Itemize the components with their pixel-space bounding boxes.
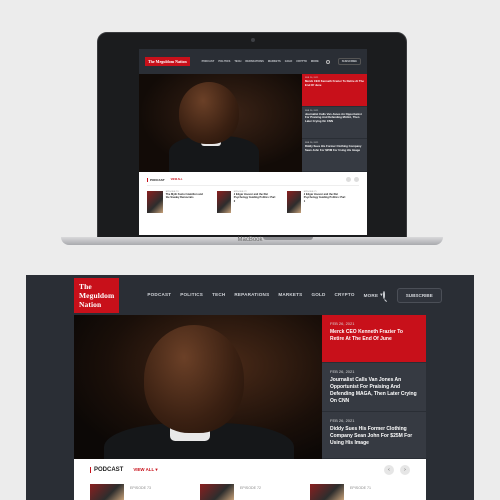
episode-card[interactable]: EPISODE 71 (310, 484, 390, 500)
site-logo[interactable]: The Meguldom Nation (74, 277, 120, 313)
mini-nav-podcast[interactable]: PODCAST (202, 60, 215, 63)
mini-episode-list: EPISODE 73 The Myth Factor Hamilton and … (147, 191, 359, 213)
mini-view-all-link[interactable]: VIEW ALL (171, 178, 183, 181)
episode-thumbnail (217, 191, 231, 213)
podcast-section: PODCAST VIEW ALL ▾ ‹ › EPISODE 73 EPISOD… (74, 459, 426, 500)
nav-gold[interactable]: GOLD (311, 292, 325, 298)
article-title: Diddy Sues His Former Clothing Company S… (330, 425, 413, 446)
nav-politics[interactable]: POLITICS (180, 292, 203, 298)
podcast-header: PODCAST VIEW ALL ▾ ‹ › (90, 465, 410, 475)
mini-hero-title: Diddy Sues His Former Clothing Company S… (305, 144, 362, 152)
mini-hero-item[interactable]: FEB 26, 2021 Merck CEO Kenneth Frazier T… (302, 74, 367, 107)
episode-number: EPISODE 71 (350, 486, 371, 490)
episode-card[interactable]: EPISODE 73 (90, 484, 170, 500)
hero-article-item[interactable]: FEB 26, 2021 Journalist Calls Van Jones … (322, 362, 426, 412)
prev-arrow-icon[interactable]: ‹ (384, 465, 394, 475)
article-title: Merck CEO Kenneth Frazier To Retire At T… (330, 329, 403, 342)
search-icon[interactable] (325, 59, 330, 64)
hero-article-item[interactable]: FEB 26, 2021 Merck CEO Kenneth Frazier T… (322, 315, 426, 363)
mini-hero-title: Journalist Calls Van Jones An Opportunis… (305, 111, 362, 123)
nav-reparations[interactable]: REPARATIONS (234, 292, 269, 298)
view-all-link[interactable]: VIEW ALL ▾ (133, 467, 157, 473)
head-shape (179, 82, 239, 144)
episode-title: J Edgar Hoover and the Rat Psychology Gu… (303, 193, 346, 203)
episode-thumbnail (310, 484, 344, 500)
camera-dot (251, 38, 255, 42)
mini-episode-card[interactable]: EPISODE 71 J Edgar Hoover and the Rat Ps… (287, 191, 347, 213)
article-title: Journalist Calls Van Jones An Opportunis… (330, 376, 417, 404)
hero-article-item[interactable]: FEB 26, 2021 Diddy Sues His Former Cloth… (322, 411, 426, 459)
hero-article-list: FEB 26, 2021 Merck CEO Kenneth Frazier T… (322, 315, 426, 459)
nav-crypto[interactable]: CRYPTO (335, 292, 355, 298)
episode-title: J Edgar Hoover and the Rat Psychology Gu… (233, 193, 276, 203)
mini-subscribe-button[interactable]: SUBSCRIBE (337, 58, 361, 65)
episode-thumbnail (200, 484, 234, 500)
mini-podcast-section: PODCAST VIEW ALL EPISODE 73 The Myth Fac… (139, 172, 367, 235)
chevron-down-icon: ▾ (155, 467, 158, 472)
device-brand-label: MacBook (237, 237, 263, 243)
mini-hero-item[interactable]: FEB 26, 2021 Journalist Calls Van Jones … (302, 106, 367, 140)
mockup-stage: The Meguldom Nation PODCAST POLITICS TEC… (0, 0, 500, 500)
mini-nav-politics[interactable]: POLITICS (218, 60, 230, 63)
episode-thumbnail (147, 191, 163, 213)
article-date: FEB 26, 2021 (330, 417, 355, 423)
next-arrow-icon[interactable]: › (400, 465, 410, 475)
episode-thumbnail (287, 191, 301, 213)
search-icon[interactable] (382, 291, 385, 299)
episode-list: EPISODE 73 EPISODE 72 EPISODE 71 (90, 484, 410, 500)
carousel-arrows: ‹ › (384, 465, 410, 475)
view-all-label: VIEW ALL (133, 467, 155, 472)
mini-nav-tech[interactable]: TECH (234, 60, 241, 63)
article-date: FEB 26, 2021 (330, 368, 355, 374)
site-header: The Meguldom Nation PODCAST POLITICS TEC… (26, 275, 474, 315)
nav-markets[interactable]: MARKETS (278, 292, 302, 298)
mini-logo[interactable]: The Meguldom Nation (145, 57, 190, 66)
nav-more-label: MORE (363, 292, 379, 298)
mini-podcast-header: PODCAST VIEW ALL (147, 177, 359, 186)
nav-podcast[interactable]: PODCAST (147, 292, 171, 298)
episode-thumbnail (90, 484, 124, 500)
prev-arrow-icon[interactable] (346, 177, 351, 182)
laptop-screen: The Meguldom Nation PODCAST POLITICS TEC… (139, 49, 367, 235)
mini-nav-reparations[interactable]: REPARATIONS (245, 60, 264, 63)
head-shape (144, 325, 244, 433)
mini-nav-markets[interactable]: MARKETS (268, 60, 281, 63)
desktop-screenshot: The Meguldom Nation PODCAST POLITICS TEC… (26, 275, 474, 500)
nav-tech[interactable]: TECH (212, 292, 225, 298)
mini-header: The Meguldom Nation PODCAST POLITICS TEC… (139, 49, 367, 74)
mini-nav-gold[interactable]: GOLD (285, 60, 293, 63)
main-nav: PODCAST POLITICS TECH REPARATIONS MARKET… (147, 292, 382, 298)
mini-hero-title: Merck CEO Kenneth Frazier To Retire At T… (305, 79, 364, 87)
episode-number: EPISODE 73 (130, 486, 151, 490)
mini-carousel-arrows (346, 177, 359, 182)
mini-nav: PODCAST POLITICS TECH REPARATIONS MARKET… (202, 60, 319, 63)
episode-card[interactable]: EPISODE 72 (200, 484, 280, 500)
hero-section: FEB 26, 2021 Merck CEO Kenneth Frazier T… (74, 315, 426, 459)
mini-hero-image[interactable] (139, 74, 302, 172)
mini-nav-more[interactable]: MORE (311, 60, 319, 63)
laptop-mockup: The Meguldom Nation PODCAST POLITICS TEC… (61, 32, 443, 246)
next-arrow-icon[interactable] (354, 177, 359, 182)
mini-hero: FEB 26, 2021 Merck CEO Kenneth Frazier T… (139, 74, 367, 173)
mini-nav-crypto[interactable]: CRYPTO (296, 60, 307, 63)
laptop-bezel: The Meguldom Nation PODCAST POLITICS TEC… (97, 32, 407, 238)
subscribe-button[interactable]: SUBSCRIBE (396, 287, 442, 303)
mini-episode-card[interactable]: EPISODE 73 The Myth Factor Hamilton and … (147, 191, 207, 213)
article-date: FEB 26, 2021 (330, 321, 355, 326)
mini-episode-card[interactable]: EPISODE 72 J Edgar Hoover and the Rat Ps… (217, 191, 277, 213)
episode-number: EPISODE 72 (240, 486, 261, 490)
mini-hero-list: FEB 26, 2021 Merck CEO Kenneth Frazier T… (302, 74, 367, 173)
mini-podcast-label: PODCAST (147, 177, 165, 182)
mini-hero-item[interactable]: FEB 26, 2021 Diddy Sues His Former Cloth… (302, 139, 367, 173)
hero-image[interactable] (74, 315, 322, 459)
podcast-label: PODCAST (90, 467, 123, 473)
episode-title: The Myth Factor Hamilton and the Sneaky … (165, 193, 203, 200)
nav-more[interactable]: MORE ▾ (364, 292, 383, 298)
